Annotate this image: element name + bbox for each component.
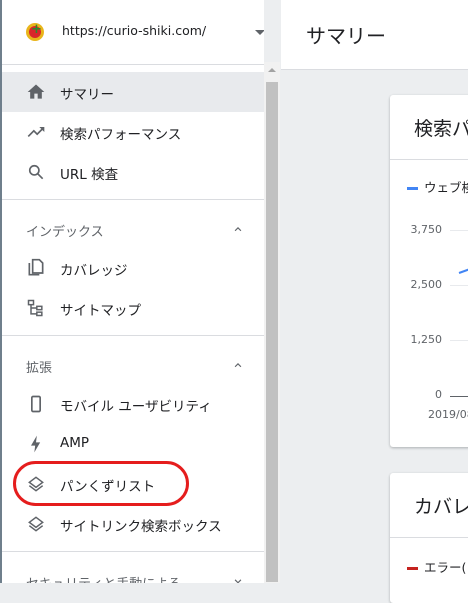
performance-line bbox=[458, 268, 468, 274]
y-tick-label: 3,750 bbox=[410, 223, 443, 236]
layers-icon bbox=[28, 516, 44, 532]
lightning-bolt-icon bbox=[31, 435, 41, 453]
y-tick-label: 2,500 bbox=[410, 278, 443, 291]
nav-mobile-usability[interactable]: モバイル ユーザビリティ bbox=[2, 384, 264, 424]
card-divider bbox=[390, 537, 468, 538]
chevron-up-icon[interactable] bbox=[231, 358, 245, 372]
chart-legend: ウェブ検 bbox=[407, 177, 468, 196]
gridline bbox=[450, 285, 468, 286]
legend-swatch bbox=[407, 187, 418, 190]
layers-icon bbox=[28, 476, 44, 492]
home-icon bbox=[27, 84, 45, 99]
gridline bbox=[450, 340, 468, 341]
divider bbox=[2, 199, 264, 200]
legend-swatch bbox=[407, 567, 418, 570]
dropdown-arrow-icon[interactable] bbox=[255, 30, 264, 35]
chevron-down-icon[interactable] bbox=[231, 574, 245, 583]
nav-label: モバイル ユーザビリティ bbox=[60, 399, 212, 415]
scroll-thumb[interactable] bbox=[266, 82, 278, 582]
property-url: https://curio-shiki.com/ bbox=[62, 23, 207, 38]
section-label: セキュリティと手動による bbox=[26, 573, 181, 583]
nav-label: 検索パフォーマンス bbox=[60, 127, 182, 143]
nav-url-inspection[interactable]: URL 検査 bbox=[2, 152, 264, 192]
gridline bbox=[450, 230, 468, 231]
property-selector[interactable]: https://curio-shiki.com/ bbox=[2, 0, 264, 64]
nav-label: AMP bbox=[60, 435, 90, 451]
nav-label: サイトマップ bbox=[60, 303, 141, 319]
trending-up-icon bbox=[27, 127, 45, 137]
performance-card[interactable]: 検索パ ウェブ検 3,750 2,500 1,250 0 2019/08 bbox=[390, 95, 468, 447]
sitemap-icon bbox=[27, 299, 43, 317]
section-security[interactable]: セキュリティと手動による bbox=[2, 560, 264, 583]
sidebar: https://curio-shiki.com/ サマリー 検索パフォーマンス … bbox=[2, 0, 264, 583]
smartphone-icon bbox=[31, 395, 41, 413]
nav-coverage[interactable]: カバレッジ bbox=[2, 248, 264, 288]
section-index[interactable]: インデックス bbox=[2, 208, 264, 248]
section-label: インデックス bbox=[26, 225, 104, 240]
divider bbox=[2, 64, 264, 65]
nav-sitelinks-searchbox[interactable]: サイトリンク検索ボックス bbox=[2, 504, 264, 544]
divider bbox=[2, 335, 264, 336]
nav-performance[interactable]: 検索パフォーマンス bbox=[2, 112, 264, 152]
nav-sitemaps[interactable]: サイトマップ bbox=[2, 288, 264, 328]
search-icon bbox=[28, 164, 44, 180]
x-tick-label: 2019/08 bbox=[428, 408, 468, 421]
page-header: サマリー bbox=[281, 0, 468, 70]
nav-breadcrumbs[interactable]: パンくずリスト bbox=[2, 464, 264, 504]
copy-icon bbox=[28, 258, 44, 276]
card-divider bbox=[390, 159, 468, 160]
page-title: サマリー bbox=[306, 24, 386, 48]
legend-label: エラー( bbox=[424, 560, 467, 575]
card-title: 検索パ bbox=[414, 118, 468, 140]
y-tick-label: 1,250 bbox=[410, 333, 443, 346]
nav-label: サイトリンク検索ボックス bbox=[60, 519, 222, 535]
chevron-up-icon[interactable] bbox=[231, 222, 245, 236]
legend-label: ウェブ検 bbox=[424, 180, 468, 195]
x-axis-line bbox=[450, 396, 468, 397]
nav-amp[interactable]: AMP bbox=[2, 424, 264, 464]
section-label: 拡張 bbox=[26, 361, 53, 376]
nav-label: URL 検査 bbox=[60, 167, 119, 183]
nav-summary[interactable]: サマリー bbox=[2, 72, 264, 112]
nav-label: パンくずリスト bbox=[60, 479, 156, 495]
nav-label: カバレッジ bbox=[60, 263, 128, 279]
sidebar-scrollbar[interactable] bbox=[264, 62, 280, 583]
chart-legend: エラー( bbox=[407, 557, 466, 576]
card-title: カバレ bbox=[414, 496, 468, 518]
coverage-card[interactable]: カバレ エラー( bbox=[390, 473, 468, 603]
nav-label: サマリー bbox=[60, 87, 114, 103]
site-favicon-icon bbox=[26, 22, 44, 41]
divider bbox=[2, 551, 264, 552]
scroll-up-arrow-icon[interactable] bbox=[268, 68, 276, 72]
section-enhancements[interactable]: 拡張 bbox=[2, 344, 264, 384]
y-tick-label: 0 bbox=[435, 388, 442, 401]
